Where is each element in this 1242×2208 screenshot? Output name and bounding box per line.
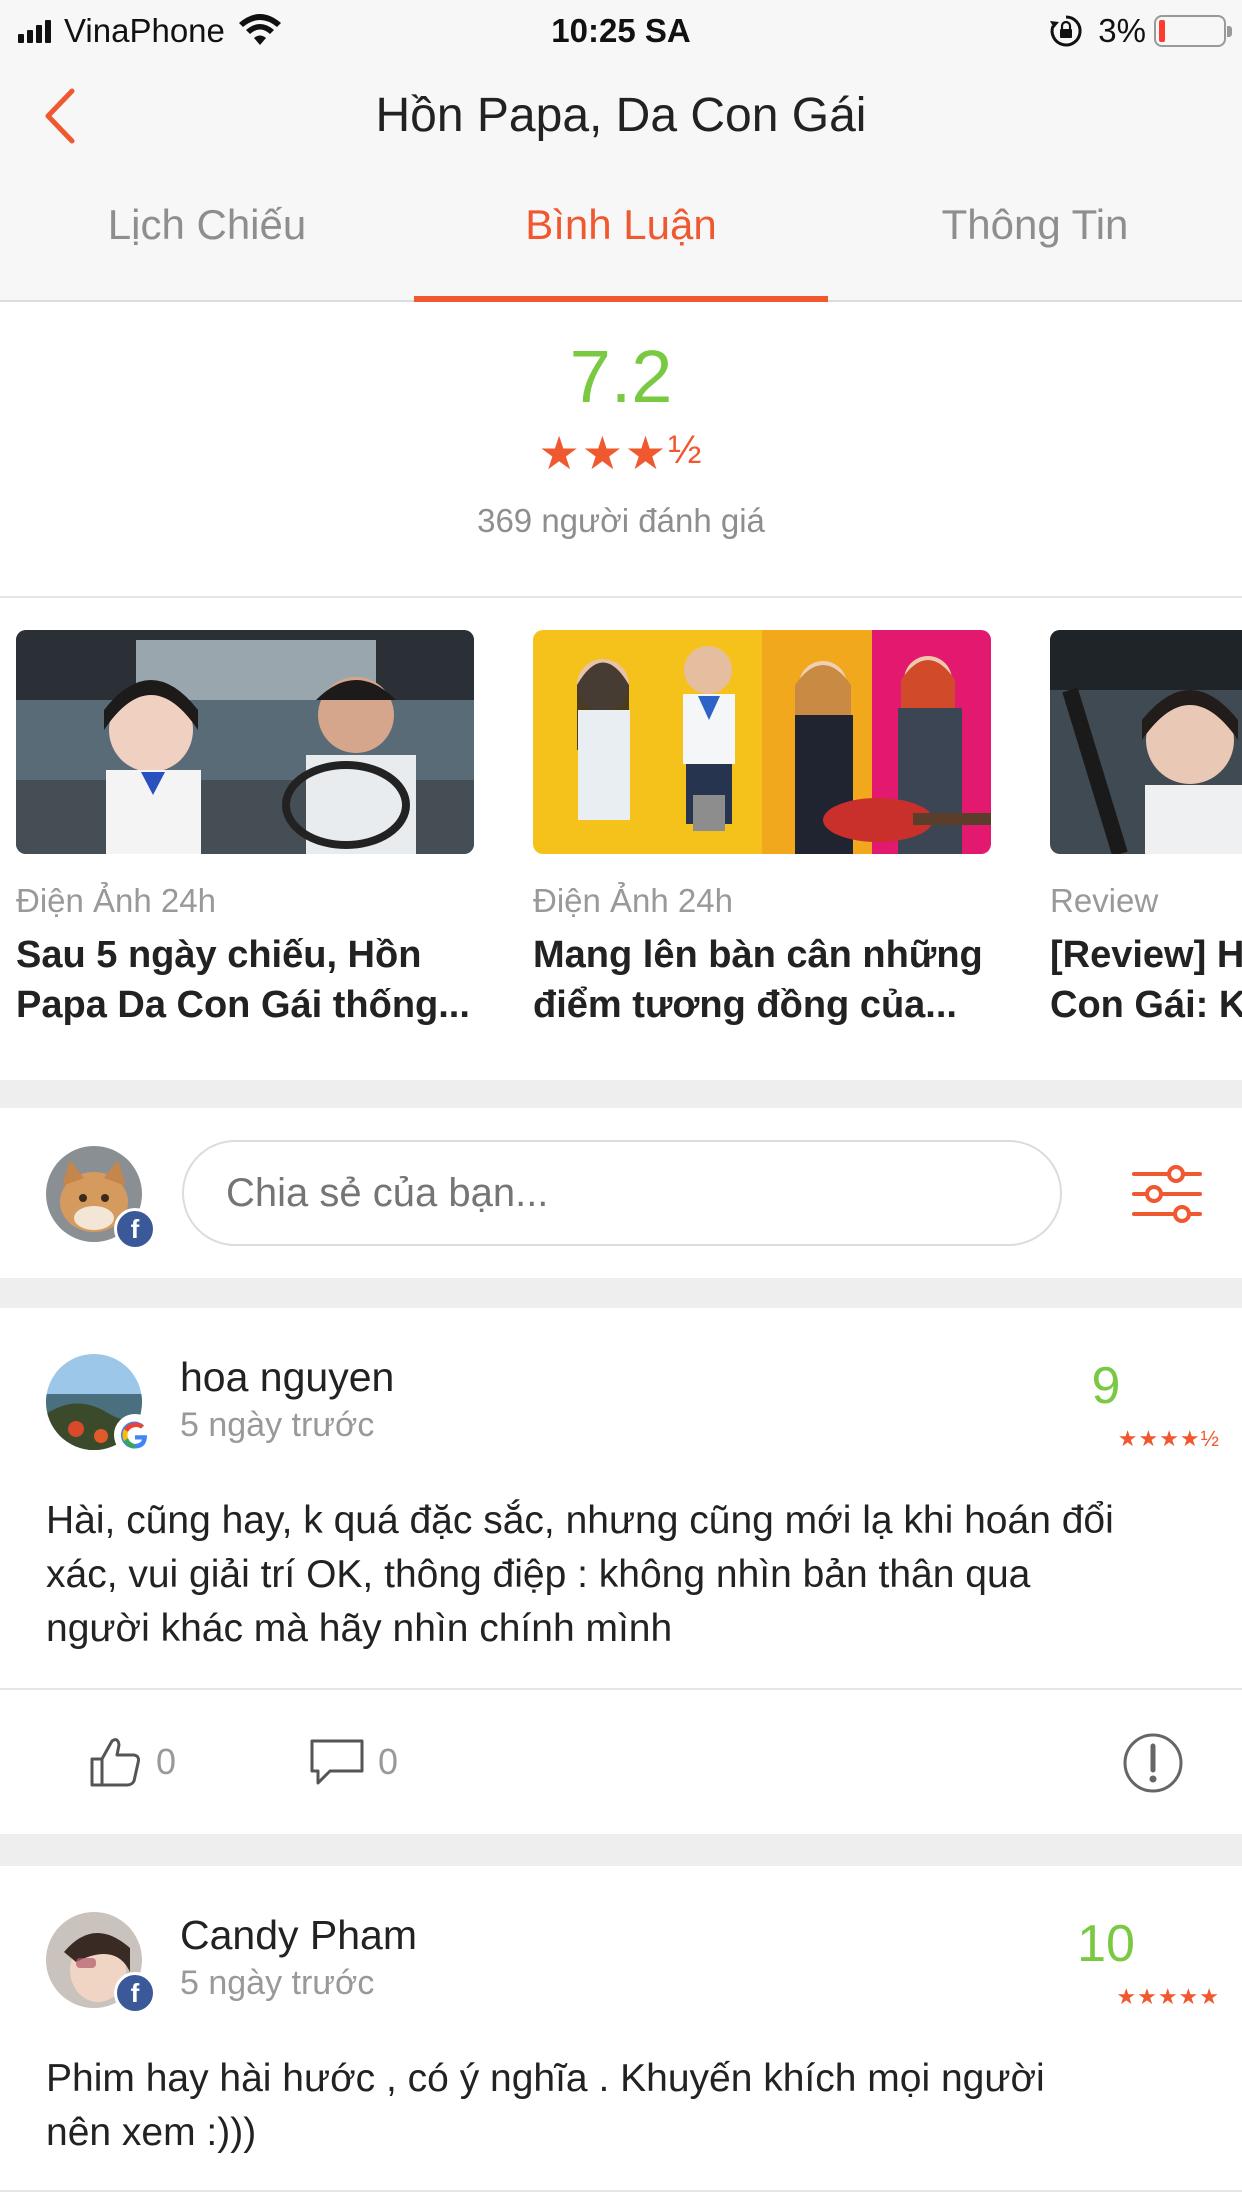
facebook-badge-icon: f: [114, 1972, 156, 2014]
star-icons: ★★★: [538, 427, 669, 479]
rating-summary: 7.2 ★★★½ 369 người đánh giá: [0, 302, 1242, 598]
comment-input[interactable]: [182, 1140, 1062, 1246]
news-card[interactable]: Điện Ảnh 24h Mang lên bàn cân những điểm…: [533, 630, 991, 1030]
rating-score: 7.2: [569, 335, 673, 418]
news-title-line: Con Gái: K: [1050, 984, 1242, 1026]
tab-reviews[interactable]: Bình Luận: [414, 172, 828, 302]
reply-count: 0: [378, 1741, 399, 1782]
comment-stars: ★★★★★: [1116, 1984, 1220, 2009]
compose-bar: f: [0, 1108, 1242, 1278]
navigation-bar: Hồn Papa, Da Con Gái: [0, 62, 1242, 172]
rating-stars: ★★★½: [0, 426, 1242, 480]
facebook-badge-icon: f: [114, 1208, 156, 1250]
news-title-line: [Review] H: [1050, 934, 1242, 976]
news-source: Điện Ảnh 24h: [16, 882, 216, 919]
comment-text: Hài, cũng hay, k quá đặc sắc, nhưng cũng…: [46, 1494, 1206, 1656]
status-bar: VinaPhone 10:25 SA 3%: [0, 0, 1242, 62]
comment-card: f Candy Pham 5 ngày trước 10 ★★★★★ Phim …: [0, 1866, 1242, 2208]
battery-percent: 3%: [1098, 12, 1146, 49]
tab-info[interactable]: Thông Tin: [828, 172, 1242, 300]
news-title-line: Mang lên bàn cân những: [533, 934, 983, 976]
news-title: Sau 5 ngày chiếu, Hồn Papa Da Con Gái th…: [16, 930, 474, 1030]
battery-icon: [1154, 15, 1232, 47]
news-title-line: điểm tương đồng của...: [533, 984, 957, 1026]
divider: [0, 2190, 1242, 2192]
commenter-name[interactable]: Candy Pham: [180, 1912, 417, 1959]
comment-text-line: người khác mà hãy nhìn chính mình: [46, 1607, 673, 1650]
comment-time: 5 ngày trước: [180, 1406, 375, 1444]
comment-text-line: Hài, cũng hay, k quá đặc sắc, nhưng cũng…: [46, 1499, 1114, 1542]
news-card[interactable]: Review [Review] H Con Gái: K: [1050, 630, 1242, 1030]
comment-actions: 0 0: [0, 1688, 1242, 1834]
news-thumbnail: [1050, 630, 1242, 854]
news-carousel[interactable]: Điện Ảnh 24h Sau 5 ngày chiếu, Hồn Papa …: [0, 598, 1242, 1080]
news-source: Điện Ảnh 24h: [533, 882, 733, 919]
comment-score: 10: [1077, 1915, 1135, 1973]
section-divider: [0, 1278, 1242, 1308]
comment-score: 9: [1091, 1357, 1121, 1415]
tab-showtimes[interactable]: Lịch Chiếu: [0, 172, 414, 300]
comment-text-line: nên xem :))): [46, 2111, 257, 2154]
like-count: 0: [156, 1741, 177, 1782]
half-star-icon: ½: [668, 428, 704, 472]
like-button[interactable]: 0: [88, 1732, 176, 1792]
news-source: Review: [1050, 882, 1159, 919]
comment-text-line: Phim hay hài hước , có ý nghĩa . Khuyến …: [46, 2057, 1045, 2100]
rating-count: 369 người đánh giá: [477, 502, 765, 539]
comment-stars: ★★★★½: [1117, 1426, 1220, 1451]
comment-text-line: xác, vui giải trí OK, thông điệp : không…: [46, 1553, 1031, 1596]
news-card[interactable]: Điện Ảnh 24h Sau 5 ngày chiếu, Hồn Papa …: [16, 630, 474, 1030]
comment-text: Phim hay hài hước , có ý nghĩa . Khuyến …: [46, 2052, 1206, 2160]
news-title-line: Papa Da Con Gái thống...: [16, 984, 470, 1026]
page-title: Hồn Papa, Da Con Gái: [375, 89, 867, 142]
news-thumbnail: [533, 630, 991, 854]
report-icon[interactable]: [1122, 1732, 1184, 1794]
comment-bubble-icon: [310, 1739, 364, 1785]
filter-sliders-icon[interactable]: [1130, 1164, 1204, 1224]
tab-bar: Lịch Chiếu Bình Luận Thông Tin: [0, 172, 1242, 302]
news-thumbnail: [16, 630, 474, 854]
section-divider: [0, 1834, 1242, 1866]
google-badge-icon: [114, 1414, 156, 1456]
news-title: [Review] H Con Gái: K: [1050, 930, 1242, 1030]
thumbs-up-icon: [90, 1738, 140, 1787]
news-title-line: Sau 5 ngày chiếu, Hồn: [16, 934, 422, 976]
comment-card: hoa nguyen 5 ngày trước 9 ★★★★½ Hài, cũn…: [0, 1308, 1242, 1834]
section-divider: [0, 1080, 1242, 1108]
status-right: 3%: [1048, 10, 1232, 52]
comment-time: 5 ngày trước: [180, 1964, 375, 2002]
reply-button[interactable]: 0: [308, 1732, 398, 1792]
commenter-name[interactable]: hoa nguyen: [180, 1354, 394, 1401]
news-title: Mang lên bàn cân những điểm tương đồng c…: [533, 930, 991, 1030]
rotation-lock-icon: [1050, 15, 1082, 47]
